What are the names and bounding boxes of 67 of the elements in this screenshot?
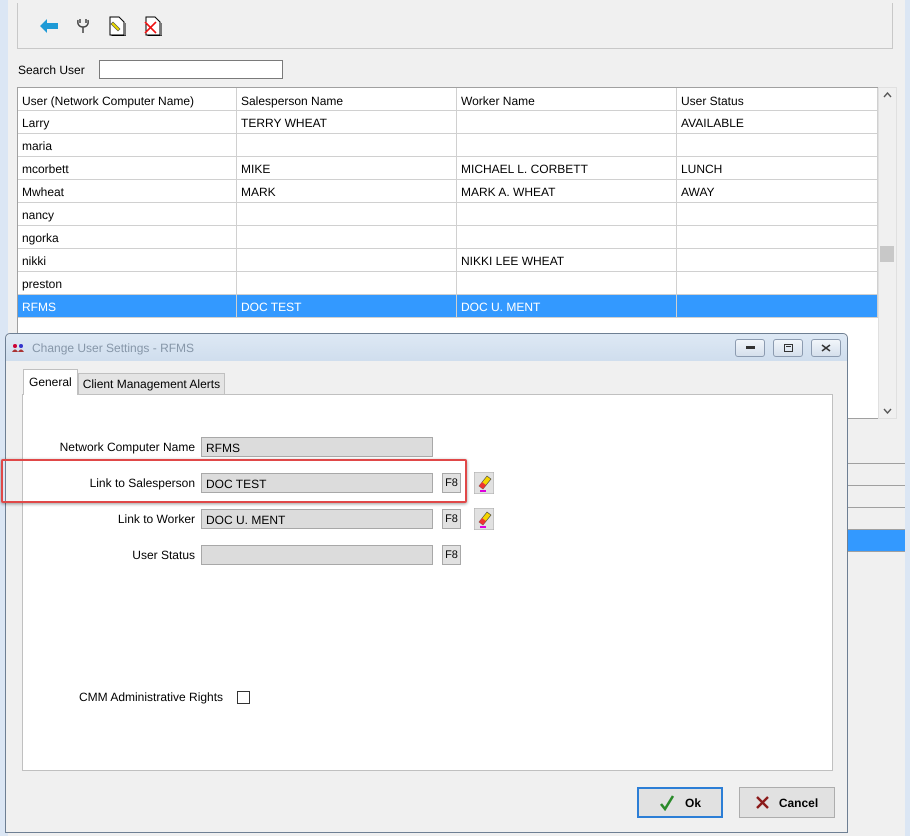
search-field[interactable] [98, 60, 283, 79]
lookup-button[interactable]: F8 [442, 473, 461, 493]
restore-button[interactable] [773, 338, 803, 356]
table-cell: RFMS [22, 300, 56, 314]
checkbox[interactable] [237, 690, 250, 704]
close-button[interactable] [811, 338, 841, 356]
input-field[interactable]: DOC TEST [201, 473, 433, 493]
input-field[interactable] [201, 545, 433, 565]
close-icon [821, 344, 831, 352]
plug-icon[interactable] [76, 18, 90, 34]
cancel-button[interactable]: Cancel [739, 787, 835, 818]
table-row[interactable]: nikki NIKKI LEE WHEAT [18, 249, 878, 272]
table-row[interactable]: Larry TERRY WHEAT AVAILABLE [18, 111, 878, 134]
table-cell: nikki [22, 254, 46, 268]
table-cell: MIKE [241, 162, 270, 176]
table-cell: maria [22, 139, 52, 153]
checkbox-label: CMM Administrative Rights [79, 690, 224, 704]
scroll-down-icon[interactable] [883, 408, 892, 414]
table-cell: DOC TEST [241, 300, 302, 314]
table-cell: AWAY [681, 185, 715, 199]
window-title: Change User Settings - RFMS [32, 340, 196, 354]
eraser-icon[interactable] [474, 472, 494, 494]
table-row[interactable]: nancy [18, 203, 878, 226]
checkmark-icon [658, 794, 675, 810]
table-cell: Larry [22, 116, 50, 130]
field-label: Network Computer Name [58, 440, 195, 454]
table-cell: preston [22, 277, 62, 291]
table-row[interactable]: mcorbett MIKE MICHAEL L. CORBETT LUNCH [18, 157, 878, 180]
table-row[interactable]: Mwheat MARK MARK A. WHEAT AWAY [18, 180, 878, 203]
input-field[interactable]: DOC U. MENT [201, 509, 433, 529]
eraser-icon[interactable] [474, 508, 494, 530]
tab[interactable]: Client Management Alerts [78, 373, 226, 395]
table-cell: nancy [22, 208, 54, 222]
edit-document-icon[interactable] [108, 16, 126, 36]
restore-icon [784, 344, 792, 352]
table-cell: mcorbett [22, 162, 69, 176]
table-row[interactable]: preston [18, 272, 878, 295]
table-row[interactable]: ngorka [18, 226, 878, 249]
search-label: Search User [18, 62, 85, 76]
scroll-thumb[interactable] [880, 246, 894, 262]
vertical-scrollbar[interactable] [878, 87, 897, 419]
table-cell: MARK A. WHEAT [461, 185, 556, 199]
table-cell: LUNCH [681, 162, 722, 176]
table-cell: MARK [241, 185, 276, 199]
table-cell: NIKKI LEE WHEAT [461, 254, 564, 268]
table-cell: MICHAEL L. CORBETT [461, 162, 588, 176]
field-label: User Status [131, 548, 195, 562]
table-cell: AVAILABLE [681, 116, 744, 130]
input-field[interactable]: RFMS [201, 437, 433, 457]
table-row[interactable]: maria [18, 134, 878, 157]
users-icon [12, 344, 24, 352]
field-label: Link to Salesperson [88, 476, 195, 490]
delete-document-icon[interactable] [144, 16, 162, 36]
lookup-button[interactable]: F8 [442, 545, 461, 565]
table-cell: TERRY WHEAT [241, 116, 328, 130]
table-cell: Mwheat [22, 185, 64, 199]
lookup-button[interactable]: F8 [442, 509, 461, 529]
field-label: Link to Worker [116, 512, 195, 526]
minimize-icon [746, 346, 754, 349]
tab[interactable]: General [23, 369, 78, 395]
cross-icon [756, 796, 769, 809]
table-cell: DOC U. MENT [461, 300, 540, 314]
table-cell: ngorka [22, 231, 59, 245]
minimize-button[interactable] [735, 338, 765, 356]
ok-button[interactable]: Ok [637, 787, 723, 818]
back-arrow-icon[interactable] [40, 18, 58, 32]
scroll-up-icon[interactable] [883, 92, 892, 98]
